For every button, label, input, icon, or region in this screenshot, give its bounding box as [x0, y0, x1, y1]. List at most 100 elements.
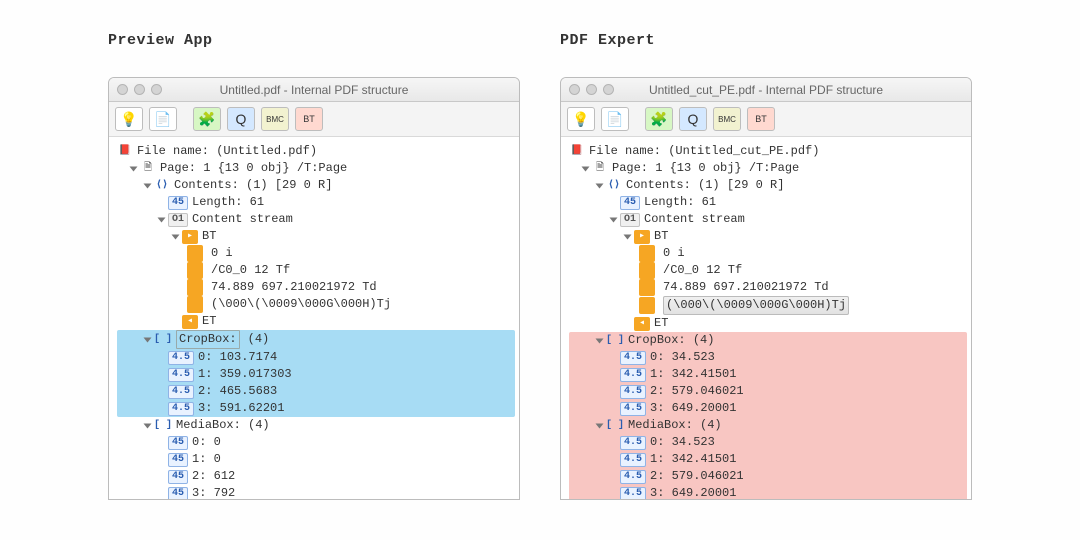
et-label: ET: [202, 313, 216, 330]
disclosure-icon[interactable]: [624, 234, 632, 239]
tree-row[interactable]: 4.53: 591.62201: [117, 400, 515, 417]
stream-bar-icon: [187, 262, 203, 279]
lightbulb-icon[interactable]: 💡: [567, 107, 595, 131]
preview-app-column: Preview App Untitled.pdf - Internal PDF …: [108, 32, 520, 500]
tree-row-contents[interactable]: ⟨⟩Contents: (1) [29 0 R]: [569, 177, 967, 194]
tree-row[interactable]: 452: 612: [117, 468, 515, 485]
number-icon: 45: [168, 470, 188, 484]
tree-row-et[interactable]: ◂ET: [569, 315, 967, 332]
tree-row-bt[interactable]: ▸BT: [569, 228, 967, 245]
disclosure-icon[interactable]: [158, 217, 166, 222]
disclosure-icon[interactable]: [130, 166, 138, 171]
tree-row[interactable]: 4.51: 342.41501: [569, 366, 967, 383]
window-title: Untitled_cut_PE.pdf - Internal PDF struc…: [561, 83, 971, 97]
pdf-icon: 📕: [569, 145, 585, 159]
tree-row[interactable]: 4.53: 649.20001: [569, 485, 967, 499]
tree-row-length[interactable]: 45Length: 61: [117, 194, 515, 211]
tree-row[interactable]: 4.50: 103.7174: [117, 349, 515, 366]
minimize-icon[interactable]: [134, 84, 145, 95]
tree-row[interactable]: 4.53: 649.20001: [569, 400, 967, 417]
tree-row-length[interactable]: 45Length: 61: [569, 194, 967, 211]
cropbox-value: 3: 591.62201: [198, 400, 284, 417]
tree-row-bt[interactable]: ▸BT: [117, 228, 515, 245]
tree-row[interactable]: 4.52: 579.046021: [569, 468, 967, 485]
tree-row[interactable]: 4.51: 359.017303: [117, 366, 515, 383]
tree-row[interactable]: 0 i: [569, 245, 967, 262]
tree-row-page[interactable]: 🗎Page: 1 {13 0 obj} /T:Page: [569, 160, 967, 177]
zoom-icon[interactable]: [151, 84, 162, 95]
zoom-icon[interactable]: [603, 84, 614, 95]
titlebar[interactable]: Untitled_cut_PE.pdf - Internal PDF struc…: [561, 78, 971, 102]
disclosure-icon[interactable]: [582, 166, 590, 171]
tree-row[interactable]: /C0_0 12 Tf: [117, 262, 515, 279]
brackets-icon: ⟨⟩: [606, 179, 622, 193]
tree-row[interactable]: 74.889 697.210021972 Td: [117, 279, 515, 296]
tree-row-contentstream[interactable]: O1Content stream: [117, 211, 515, 228]
tree-row-contentstream[interactable]: O1Content stream: [569, 211, 967, 228]
close-icon[interactable]: [569, 84, 580, 95]
stream-line: (\000\(\0009\000G\000H)Tj: [211, 296, 391, 313]
disclosure-icon[interactable]: [144, 337, 152, 342]
tree-row-contents[interactable]: ⟨⟩Contents: (1) [29 0 R]: [117, 177, 515, 194]
minimize-icon[interactable]: [586, 84, 597, 95]
disclosure-icon[interactable]: [596, 423, 604, 428]
bt-icon[interactable]: BT: [295, 107, 323, 131]
tree-row[interactable]: 4.50: 34.523: [569, 349, 967, 366]
disclosure-icon[interactable]: [172, 234, 180, 239]
page-icon[interactable]: 📄: [149, 107, 177, 131]
tree-row-mediabox[interactable]: [ ]MediaBox: (4): [569, 417, 967, 434]
tree-row[interactable]: 450: 0: [117, 434, 515, 451]
tree-view[interactable]: 📕 File name: (Untitled_cut_PE.pdf) 🗎Page:…: [561, 137, 971, 499]
lightbulb-icon[interactable]: 💡: [115, 107, 143, 131]
window-title: Untitled.pdf - Internal PDF structure: [109, 83, 519, 97]
mediabox-value: 3: 649.20001: [650, 485, 736, 499]
tree-view[interactable]: 📕File name: (Untitled.pdf) 🗎Page: 1 {13 …: [109, 137, 519, 499]
puzzle-icon[interactable]: 🧩: [645, 107, 673, 131]
bmc-icon[interactable]: BMC: [713, 107, 741, 131]
array-icon: [ ]: [606, 419, 624, 433]
heading-pdfexpert: PDF Expert: [560, 32, 972, 49]
titlebar[interactable]: Untitled.pdf - Internal PDF structure: [109, 78, 519, 102]
stream-line: /C0_0 12 Tf: [211, 262, 290, 279]
stream-line: /C0_0 12 Tf: [663, 262, 742, 279]
stream-bar-icon: [639, 262, 655, 279]
tree-row-cropbox[interactable]: [ ]CropBox:(4): [117, 330, 515, 349]
disclosure-icon[interactable]: [144, 423, 152, 428]
tree-row[interactable]: 0 i: [117, 245, 515, 262]
tree-row[interactable]: 4.50: 34.523: [569, 434, 967, 451]
puzzle-icon[interactable]: 🧩: [193, 107, 221, 131]
bmc-icon[interactable]: BMC: [261, 107, 289, 131]
tree-row-filename[interactable]: 📕File name: (Untitled.pdf): [117, 143, 515, 160]
tree-row[interactable]: 74.889 697.210021972 Td: [569, 279, 967, 296]
q-icon[interactable]: Q: [679, 107, 707, 131]
number-icon: 45: [620, 196, 640, 210]
disclosure-icon[interactable]: [610, 217, 618, 222]
page-icon[interactable]: 📄: [601, 107, 629, 131]
window-preview: Untitled.pdf - Internal PDF structure 💡 …: [108, 77, 520, 500]
tree-row[interactable]: 451: 0: [117, 451, 515, 468]
close-icon[interactable]: [117, 84, 128, 95]
et-marker-icon: ◂: [182, 315, 198, 329]
tree-row-cropbox[interactable]: [ ]CropBox: (4): [569, 332, 967, 349]
array-icon: [ ]: [606, 334, 624, 348]
tree-row-selected[interactable]: (\000\(\0009\000G\000H)Tj: [569, 296, 967, 315]
tree-row[interactable]: 4.51: 342.41501: [569, 451, 967, 468]
tree-row[interactable]: 453: 792: [117, 485, 515, 499]
window-pdfexpert: Untitled_cut_PE.pdf - Internal PDF struc…: [560, 77, 972, 500]
tree-row-filename[interactable]: 📕 File name: (Untitled_cut_PE.pdf): [569, 143, 967, 160]
q-icon[interactable]: Q: [227, 107, 255, 131]
tree-row[interactable]: (\000\(\0009\000G\000H)Tj: [117, 296, 515, 313]
tree-row-page[interactable]: 🗎Page: 1 {13 0 obj} /T:Page: [117, 160, 515, 177]
tree-row[interactable]: 4.52: 465.5683: [117, 383, 515, 400]
bt-icon[interactable]: BT: [747, 107, 775, 131]
mediabox-value: 3: 792: [192, 485, 235, 499]
disclosure-icon[interactable]: [144, 183, 152, 188]
tree-row-et[interactable]: ◂ ET: [117, 313, 515, 330]
disclosure-icon[interactable]: [596, 183, 604, 188]
tree-row[interactable]: 4.52: 579.046021: [569, 383, 967, 400]
tree-row[interactable]: /C0_0 12 Tf: [569, 262, 967, 279]
disclosure-icon[interactable]: [596, 338, 604, 343]
cropbox-value: 0: 34.523: [650, 349, 715, 366]
tree-row-mediabox[interactable]: [ ]MediaBox: (4): [117, 417, 515, 434]
file-name-label: File name: (Untitled_cut_PE.pdf): [589, 143, 819, 160]
